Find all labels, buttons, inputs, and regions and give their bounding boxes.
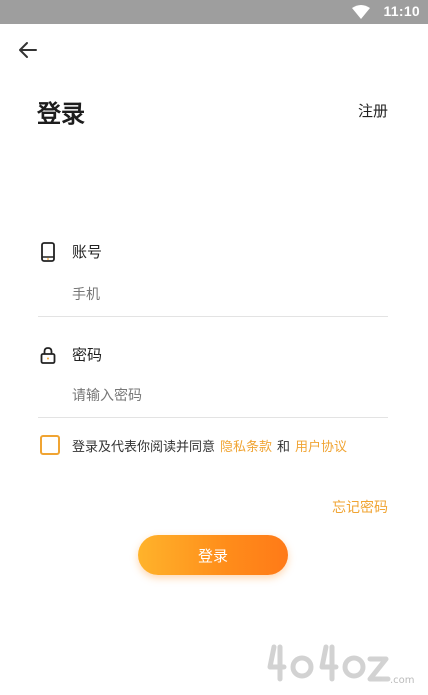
account-input[interactable] <box>72 281 372 309</box>
status-bar: 11:10 <box>0 0 428 24</box>
account-label: 账号 <box>72 243 103 261</box>
register-link[interactable]: 注册 <box>358 100 388 121</box>
status-time: 11:10 <box>383 3 420 19</box>
agreement-and: 和 <box>277 439 291 455</box>
agreement-checkbox[interactable] <box>40 435 60 455</box>
agreement-row: 登录及代表你阅读并同意 隐私条款 和 用户协议 <box>40 435 347 455</box>
login-button[interactable]: 登录 <box>138 535 288 575</box>
account-label-row: 账号 <box>40 241 102 262</box>
agreement-text: 登录及代表你阅读并同意 <box>72 439 216 455</box>
user-agreement-link[interactable]: 用户协议 <box>295 436 347 455</box>
page-title: 登录 <box>37 100 85 128</box>
forgot-password-link[interactable]: 忘记密码 <box>332 497 388 517</box>
svg-text:.com: .com <box>390 675 415 686</box>
lock-icon <box>40 346 56 364</box>
password-divider <box>38 417 388 418</box>
account-divider <box>38 316 388 317</box>
password-input[interactable] <box>72 382 372 410</box>
arrow-left-icon[interactable] <box>16 38 40 62</box>
privacy-link[interactable]: 隐私条款 <box>220 436 272 455</box>
phone-icon <box>41 241 55 262</box>
password-label: 密码 <box>72 346 103 364</box>
watermark-logo: .com <box>267 644 415 686</box>
password-label-row: 密码 <box>40 344 102 365</box>
wifi-icon <box>352 5 370 19</box>
